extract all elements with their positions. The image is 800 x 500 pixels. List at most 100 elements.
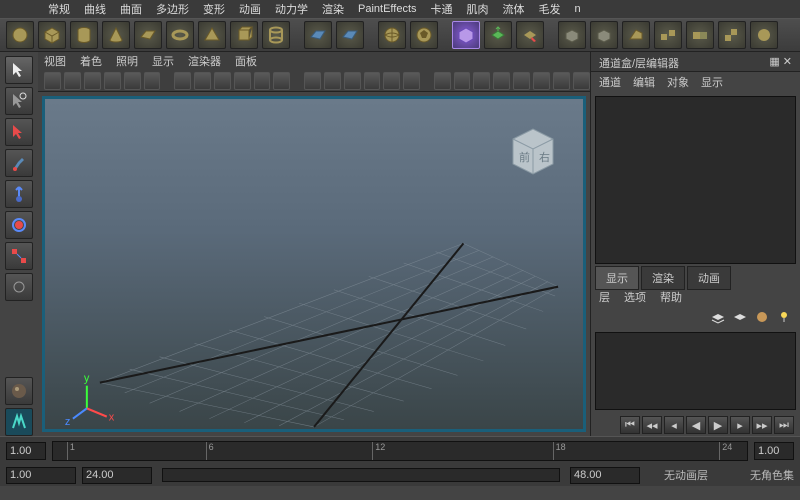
plane-icon[interactable] bbox=[134, 21, 162, 49]
prism-icon[interactable] bbox=[230, 21, 258, 49]
extract-icon[interactable] bbox=[718, 21, 746, 49]
options-menu[interactable]: 选项 bbox=[624, 289, 646, 305]
range-in-field[interactable] bbox=[82, 467, 152, 484]
vp-btn[interactable] bbox=[513, 72, 530, 90]
panel-menu-icon[interactable]: ▦ ✕ bbox=[769, 55, 792, 68]
cube-uv-icon[interactable] bbox=[452, 21, 480, 49]
lighting-menu[interactable]: 照明 bbox=[116, 53, 138, 69]
end-frame-field[interactable] bbox=[754, 442, 794, 460]
vp-btn[interactable] bbox=[573, 72, 590, 90]
vp-btn[interactable] bbox=[234, 72, 251, 90]
viewport-persp[interactable]: y x z 前右 bbox=[42, 96, 586, 432]
viewcube[interactable]: 前右 bbox=[503, 119, 563, 179]
vp-btn[interactable] bbox=[493, 72, 510, 90]
viewport-menubar[interactable]: 视图 着色 照明 显示 渲染器 面板 bbox=[38, 52, 590, 70]
step-fwd-button[interactable]: ▸▸ bbox=[752, 416, 772, 434]
play-back-button[interactable]: ◀ bbox=[686, 416, 706, 434]
pyramid-icon[interactable] bbox=[198, 21, 226, 49]
vp-btn[interactable] bbox=[383, 72, 400, 90]
channel-list[interactable] bbox=[595, 96, 796, 264]
vp-btn[interactable] bbox=[124, 72, 141, 90]
material-icon[interactable] bbox=[5, 377, 33, 405]
vp-btn[interactable] bbox=[194, 72, 211, 90]
layer-icon[interactable] bbox=[710, 309, 726, 325]
timeline-ruler[interactable]: 1 6 12 18 24 bbox=[52, 441, 748, 461]
boxes-icon[interactable] bbox=[654, 21, 682, 49]
plane2-icon[interactable] bbox=[304, 21, 332, 49]
layer-menu[interactable]: 层 bbox=[599, 289, 610, 305]
brush-tool[interactable] bbox=[5, 149, 33, 177]
vp-btn[interactable] bbox=[254, 72, 271, 90]
lasso-tool[interactable] bbox=[5, 87, 33, 115]
vp-btn[interactable] bbox=[364, 72, 381, 90]
vp-btn[interactable] bbox=[324, 72, 341, 90]
menu-item[interactable]: 肌肉 bbox=[467, 1, 489, 17]
charset-label[interactable]: 无角色集 bbox=[750, 467, 794, 483]
time-slider[interactable]: 1 6 12 18 24 bbox=[0, 436, 800, 464]
vp-btn[interactable] bbox=[84, 72, 101, 90]
tab-show[interactable]: 显示 bbox=[701, 74, 723, 90]
menu-item[interactable]: 动画 bbox=[239, 1, 261, 17]
anim-layer-label[interactable]: 无动画层 bbox=[664, 467, 708, 483]
start-frame-field[interactable] bbox=[6, 442, 46, 460]
extrude-icon[interactable] bbox=[484, 21, 512, 49]
vp-btn[interactable] bbox=[174, 72, 191, 90]
menu-item[interactable]: 动力学 bbox=[275, 1, 308, 17]
soccer-icon[interactable] bbox=[410, 21, 438, 49]
manip-tool[interactable] bbox=[5, 273, 33, 301]
vp-btn[interactable] bbox=[104, 72, 121, 90]
show-menu[interactable]: 显示 bbox=[152, 53, 174, 69]
scale-tool[interactable] bbox=[5, 242, 33, 270]
menu-item[interactable]: 变形 bbox=[203, 1, 225, 17]
shading-menu[interactable]: 着色 bbox=[80, 53, 102, 69]
tab-render[interactable]: 渲染 bbox=[641, 266, 685, 290]
vp-btn[interactable] bbox=[403, 72, 420, 90]
paint-select-tool[interactable] bbox=[5, 118, 33, 146]
vp-btn[interactable] bbox=[44, 72, 61, 90]
select-tool[interactable] bbox=[5, 56, 33, 84]
menu-item[interactable]: n bbox=[575, 3, 581, 15]
tab-display[interactable]: 显示 bbox=[595, 266, 639, 290]
vp-btn[interactable] bbox=[473, 72, 490, 90]
vp-btn[interactable] bbox=[214, 72, 231, 90]
vp-btn[interactable] bbox=[64, 72, 81, 90]
range-start-field[interactable] bbox=[6, 467, 76, 484]
menu-item[interactable]: 曲线 bbox=[84, 1, 106, 17]
menu-item[interactable]: 流体 bbox=[503, 1, 525, 17]
cone-icon[interactable] bbox=[102, 21, 130, 49]
move-tool[interactable] bbox=[5, 180, 33, 208]
wedge-icon[interactable] bbox=[622, 21, 650, 49]
menu-item[interactable]: 曲面 bbox=[120, 1, 142, 17]
layer-list[interactable] bbox=[595, 332, 796, 410]
tab-object[interactable]: 对象 bbox=[667, 74, 689, 90]
plane3-icon[interactable] bbox=[336, 21, 364, 49]
step-back-button[interactable]: ◂◂ bbox=[642, 416, 662, 434]
select-face-icon[interactable] bbox=[516, 21, 544, 49]
next-key-button[interactable]: ▸ bbox=[730, 416, 750, 434]
torus-icon[interactable] bbox=[166, 21, 194, 49]
vp-btn[interactable] bbox=[304, 72, 321, 90]
box2-icon[interactable] bbox=[590, 21, 618, 49]
tab-edit[interactable]: 编辑 bbox=[633, 74, 655, 90]
menu-item[interactable]: 常规 bbox=[48, 1, 70, 17]
tab-channel[interactable]: 通道 bbox=[599, 74, 621, 90]
vp-btn[interactable] bbox=[144, 72, 161, 90]
view-menu[interactable]: 视图 bbox=[44, 53, 66, 69]
help-menu[interactable]: 帮助 bbox=[660, 289, 682, 305]
box1-icon[interactable] bbox=[558, 21, 586, 49]
maya-logo-icon[interactable] bbox=[5, 408, 33, 436]
vp-btn[interactable] bbox=[454, 72, 471, 90]
range-out-field[interactable] bbox=[570, 467, 640, 484]
vp-btn[interactable] bbox=[553, 72, 570, 90]
prev-key-button[interactable]: ◂ bbox=[664, 416, 684, 434]
geosphere-icon[interactable] bbox=[378, 21, 406, 49]
main-menubar[interactable]: 常规 曲线 曲面 多边形 变形 动画 动力学 渲染 PaintEffects 卡… bbox=[0, 0, 800, 18]
renderer-menu[interactable]: 渲染器 bbox=[188, 53, 221, 69]
rotate-tool[interactable] bbox=[5, 211, 33, 239]
play-button[interactable]: ▶ bbox=[708, 416, 728, 434]
menu-item[interactable]: PaintEffects bbox=[358, 3, 417, 15]
menu-item[interactable]: 渲染 bbox=[322, 1, 344, 17]
vp-btn[interactable] bbox=[434, 72, 451, 90]
sphere-icon[interactable] bbox=[6, 21, 34, 49]
menu-item[interactable]: 多边形 bbox=[156, 1, 189, 17]
